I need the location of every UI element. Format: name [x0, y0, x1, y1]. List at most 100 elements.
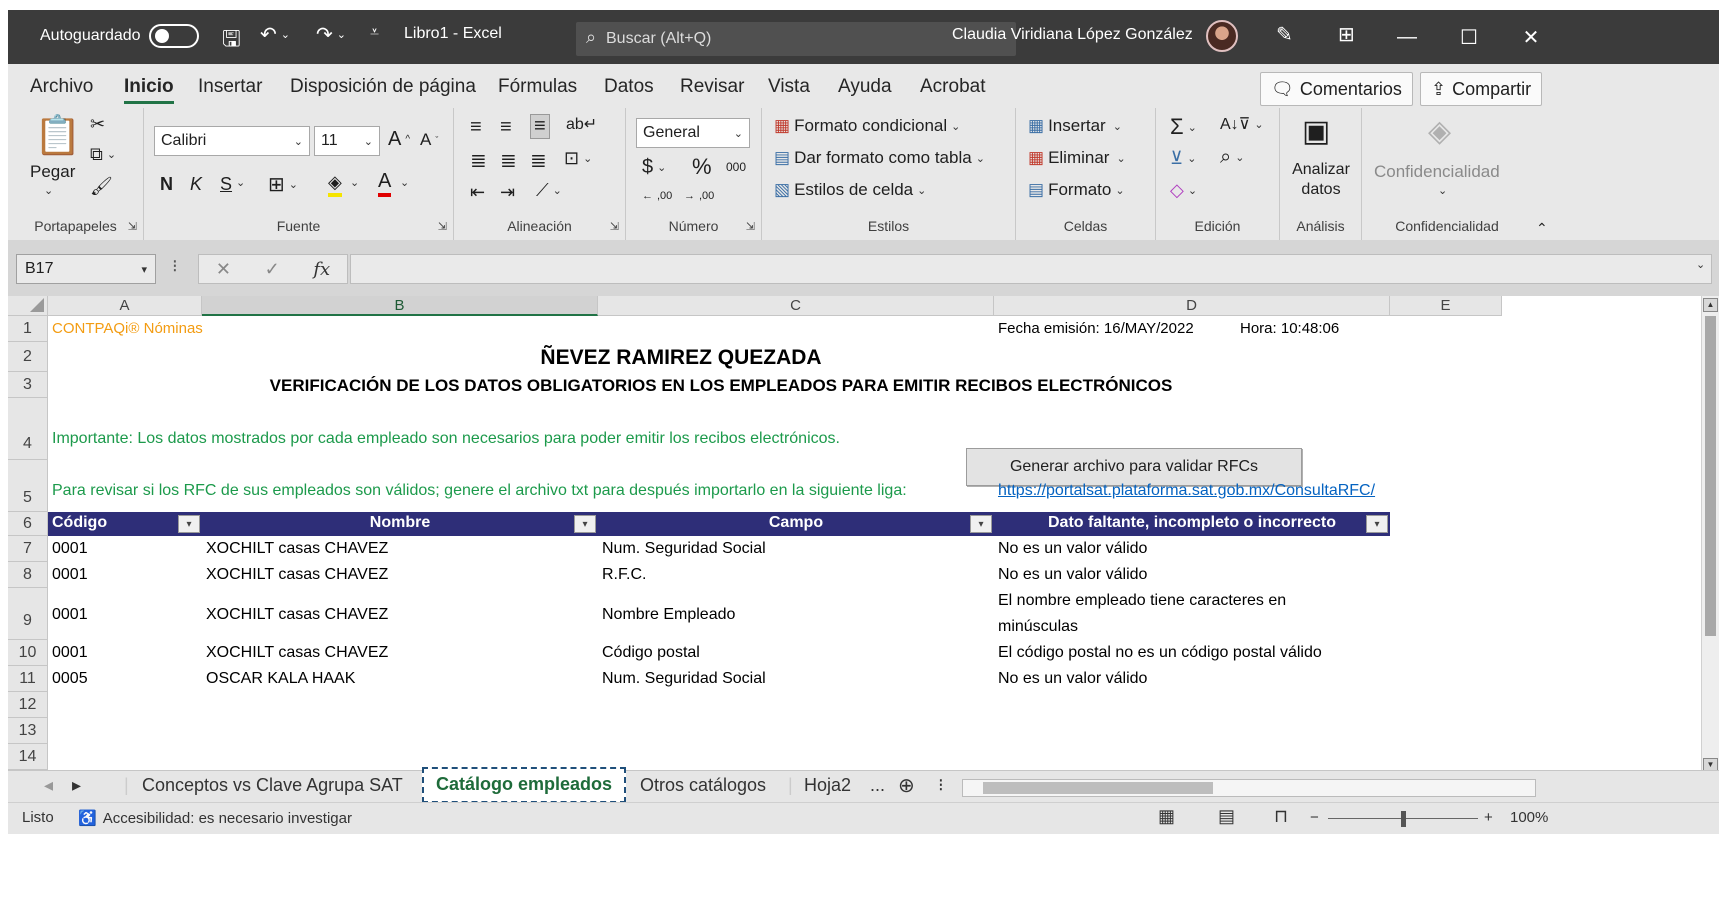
vertical-scrollbar[interactable]: ▲ ▼	[1701, 296, 1719, 776]
row-header-14[interactable]: 14	[8, 744, 48, 770]
page-layout-icon[interactable]: ▤	[1218, 806, 1235, 827]
align-middle-icon[interactable]: ≡	[500, 116, 512, 139]
cut-icon[interactable]: ✂	[90, 114, 105, 135]
filter-dropdown-icon[interactable]: ▾	[178, 515, 200, 533]
merge-center-icon[interactable]: ⊡ ⌄	[564, 148, 592, 169]
report-title[interactable]: VERIFICACIÓN DE LOS DATOS OBLIGATORIOS E…	[48, 376, 1394, 396]
row-header-9[interactable]: 9	[8, 588, 48, 640]
tab-inicio[interactable]: Inicio	[124, 76, 174, 104]
column-header-e[interactable]: E	[1390, 296, 1502, 316]
clear-icon[interactable]: ◇ ⌄	[1170, 180, 1197, 201]
row-header-13[interactable]: 13	[8, 718, 48, 744]
tab-ayuda[interactable]: Ayuda	[838, 76, 892, 98]
tab-revisar[interactable]: Revisar	[680, 76, 744, 98]
sheet-tab-otros-catalogos[interactable]: Otros catálogos	[640, 775, 766, 796]
increase-indent-icon[interactable]: ⇥	[500, 182, 515, 203]
cell-field[interactable]: Num. Seguridad Social	[602, 540, 766, 558]
brand-label[interactable]: CONTPAQi® Nóminas	[52, 320, 203, 337]
cell-field[interactable]: Nombre Empleado	[602, 606, 735, 624]
grow-font-icon[interactable]: A ^	[388, 128, 410, 151]
row-header-3[interactable]: 3	[8, 372, 48, 398]
cell-issue-continued[interactable]: minúsculas	[998, 618, 1078, 636]
align-bottom-icon[interactable]: ≡	[530, 114, 550, 139]
copy-icon[interactable]: ⧉ ⌄	[90, 144, 116, 165]
launcher-icon[interactable]: ⇲	[746, 220, 755, 233]
select-all-button[interactable]	[8, 296, 48, 316]
italic-button[interactable]: K	[190, 174, 202, 195]
cell-issue[interactable]: No es un valor válido	[998, 670, 1147, 688]
format-as-table-button[interactable]: ▤ Dar formato como tabla ⌄	[774, 148, 985, 168]
tab-acrobat[interactable]: Acrobat	[920, 76, 985, 98]
font-color-icon[interactable]: A	[378, 170, 392, 197]
cell-issue[interactable]: El nombre empleado tiene caracteres en	[998, 592, 1286, 610]
find-select-icon[interactable]: ⌕ ⌄	[1220, 146, 1244, 169]
filter-dropdown-icon[interactable]: ▾	[574, 515, 596, 533]
cell-name[interactable]: OSCAR KALA HAAK	[206, 670, 355, 688]
scroll-up-icon[interactable]: ▲	[1703, 298, 1718, 312]
cell-styles-button[interactable]: ▧ Estilos de celda ⌄	[774, 180, 926, 200]
worksheet-grid[interactable]: A B C D E 1 2 3 4 5 6 7 8 9 10 11 12 13 …	[8, 296, 1719, 770]
underline-button[interactable]: S	[220, 174, 232, 195]
launcher-icon[interactable]: ⇲	[438, 220, 447, 233]
prev-sheet-icon[interactable]: ◂	[44, 775, 53, 796]
paste-icon[interactable]: 📋	[34, 114, 81, 158]
font-color-dropdown-icon[interactable]: ⌄	[400, 176, 409, 189]
more-sheets-button[interactable]: ...	[870, 775, 885, 796]
horizontal-scrollbar[interactable]	[962, 779, 1536, 797]
shrink-font-icon[interactable]: Aˇ	[420, 130, 438, 150]
cell-code[interactable]: 0001	[52, 644, 88, 662]
filter-dropdown-icon[interactable]: ▾	[970, 515, 992, 533]
row-header-6[interactable]: 6	[8, 512, 48, 536]
sensitivity-button[interactable]: Confidencialidad	[1374, 162, 1500, 182]
generate-rfc-file-button[interactable]: Generar archivo para validar RFCs	[966, 448, 1302, 486]
expand-formula-icon[interactable]: ⌄	[1696, 258, 1705, 271]
accessibility-status[interactable]: ♿ Accesibilidad: es necesario investigar	[78, 809, 352, 828]
increase-decimal-button[interactable]: ← ,00	[642, 190, 672, 202]
format-painter-icon[interactable]: 🖌	[90, 176, 113, 197]
row-header-2[interactable]: 2	[8, 342, 48, 372]
horizontal-scroll-thumb[interactable]	[983, 782, 1213, 794]
analyze-data-icon[interactable]: ▣	[1302, 114, 1330, 149]
sheet-tab-hoja2[interactable]: Hoja2	[804, 775, 851, 796]
tab-scroll-options-icon[interactable]: ⁝	[938, 775, 944, 796]
filter-dropdown-icon[interactable]: ▾	[1366, 515, 1388, 533]
sheet-tab-catalogo-empleados[interactable]: Catálogo empleados	[422, 767, 627, 803]
minimize-icon[interactable]: —	[1378, 10, 1436, 64]
tab-vista[interactable]: Vista	[768, 76, 810, 98]
paste-button[interactable]: Pegar	[30, 162, 75, 182]
cell-field[interactable]: Código postal	[602, 644, 700, 662]
issue-time[interactable]: Hora: 10:48:06	[1240, 320, 1339, 337]
percent-button[interactable]: %	[692, 154, 712, 180]
fill-color-icon[interactable]: ◈	[328, 172, 342, 197]
tab-formulas[interactable]: Fórmulas	[498, 76, 577, 98]
sheet-tab-conceptos[interactable]: Conceptos vs Clave Agrupa SAT	[142, 775, 403, 796]
row-header-10[interactable]: 10	[8, 640, 48, 666]
row-header-7[interactable]: 7	[8, 536, 48, 562]
add-sheet-icon[interactable]: ⊕	[898, 773, 915, 798]
note-rfc[interactable]: Para revisar si los RFC de sus empleados…	[52, 482, 907, 500]
customize-qat-icon[interactable]: ⩡	[370, 24, 379, 42]
tab-insertar[interactable]: Insertar	[198, 76, 262, 98]
font-name-select[interactable]: Calibri ⌄	[154, 126, 310, 156]
column-header-c[interactable]: C	[598, 296, 994, 316]
undo-icon[interactable]: ↶ ⌄	[260, 22, 290, 47]
header-nombre[interactable]: Nombre	[202, 514, 598, 532]
fill-color-dropdown-icon[interactable]: ⌄	[350, 176, 359, 189]
issue-date[interactable]: Fecha emisión: 16/MAY/2022	[998, 320, 1194, 337]
cell-issue[interactable]: No es un valor válido	[998, 566, 1147, 584]
vertical-scroll-thumb[interactable]	[1705, 316, 1716, 636]
normal-view-icon[interactable]: ▦	[1158, 806, 1175, 827]
paste-dropdown-icon[interactable]: ⌄	[44, 184, 53, 197]
save-icon[interactable]: 🖫	[222, 22, 241, 60]
cell-field[interactable]: Num. Seguridad Social	[602, 670, 766, 688]
insert-function-icon[interactable]: fx	[313, 259, 330, 280]
zoom-out-icon[interactable]: −	[1310, 809, 1319, 826]
next-sheet-icon[interactable]: ▸	[72, 775, 81, 796]
conditional-format-button[interactable]: ▦ Formato condicional ⌄	[774, 116, 960, 136]
page-break-preview-icon[interactable]: ⊓	[1274, 806, 1288, 827]
company-title[interactable]: ÑEVEZ RAMIREZ QUEZADA	[48, 346, 1314, 370]
header-dato-faltante[interactable]: Dato faltante, incompleto o incorrecto	[994, 514, 1390, 532]
delete-cells-button[interactable]: ▦ Eliminar ⌄	[1028, 148, 1126, 168]
bold-button[interactable]: N	[160, 174, 173, 195]
search-box[interactable]: ⌕ Buscar (Alt+Q)	[576, 22, 1016, 56]
